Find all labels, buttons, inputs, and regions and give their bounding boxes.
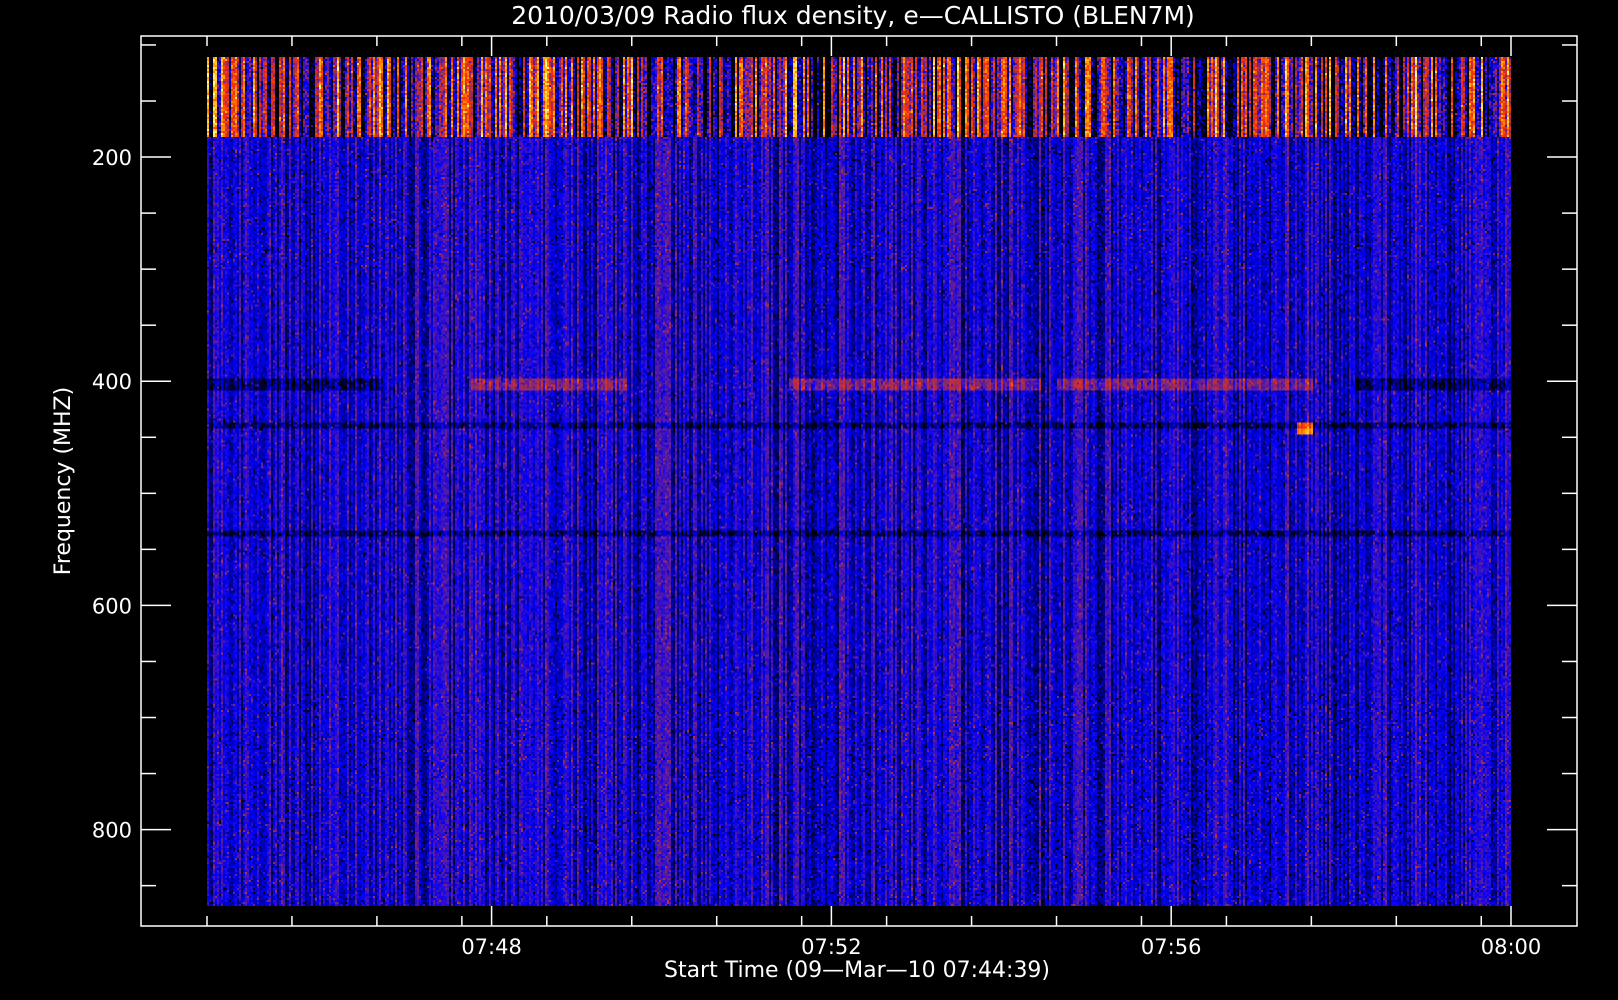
x-tick-label: 07:48 [461, 935, 522, 959]
y-tick-label: 600 [92, 594, 132, 618]
chart-axes: 2010/03/09 Radio flux density, e—CALLIST… [51, 1, 1578, 983]
x-tick-label: 08:00 [1481, 935, 1542, 959]
y-axis-ticks [141, 44, 1577, 887]
x-axis-tick-labels: 07:48 07:52 07:56 08:00 [461, 935, 1541, 959]
x-tick-label: 07:56 [1141, 935, 1202, 959]
x-axis-label: Start Time (09—Mar—10 07:44:39) [664, 958, 1050, 983]
y-axis-tick-labels: 200 400 600 800 [92, 146, 132, 843]
y-tick-label: 800 [92, 819, 132, 843]
chart-title: 2010/03/09 Radio flux density, e—CALLIST… [511, 1, 1195, 30]
x-tick-label: 07:52 [801, 935, 862, 959]
y-tick-label: 200 [92, 146, 132, 170]
spectrogram-figure: 2010/03/09 Radio flux density, e—CALLIST… [0, 0, 1618, 1000]
plot-frame [140, 35, 1578, 927]
y-tick-label: 400 [92, 370, 132, 394]
x-axis-ticks [206, 36, 1512, 926]
y-axis-label: Frequency (MHZ) [51, 387, 76, 575]
